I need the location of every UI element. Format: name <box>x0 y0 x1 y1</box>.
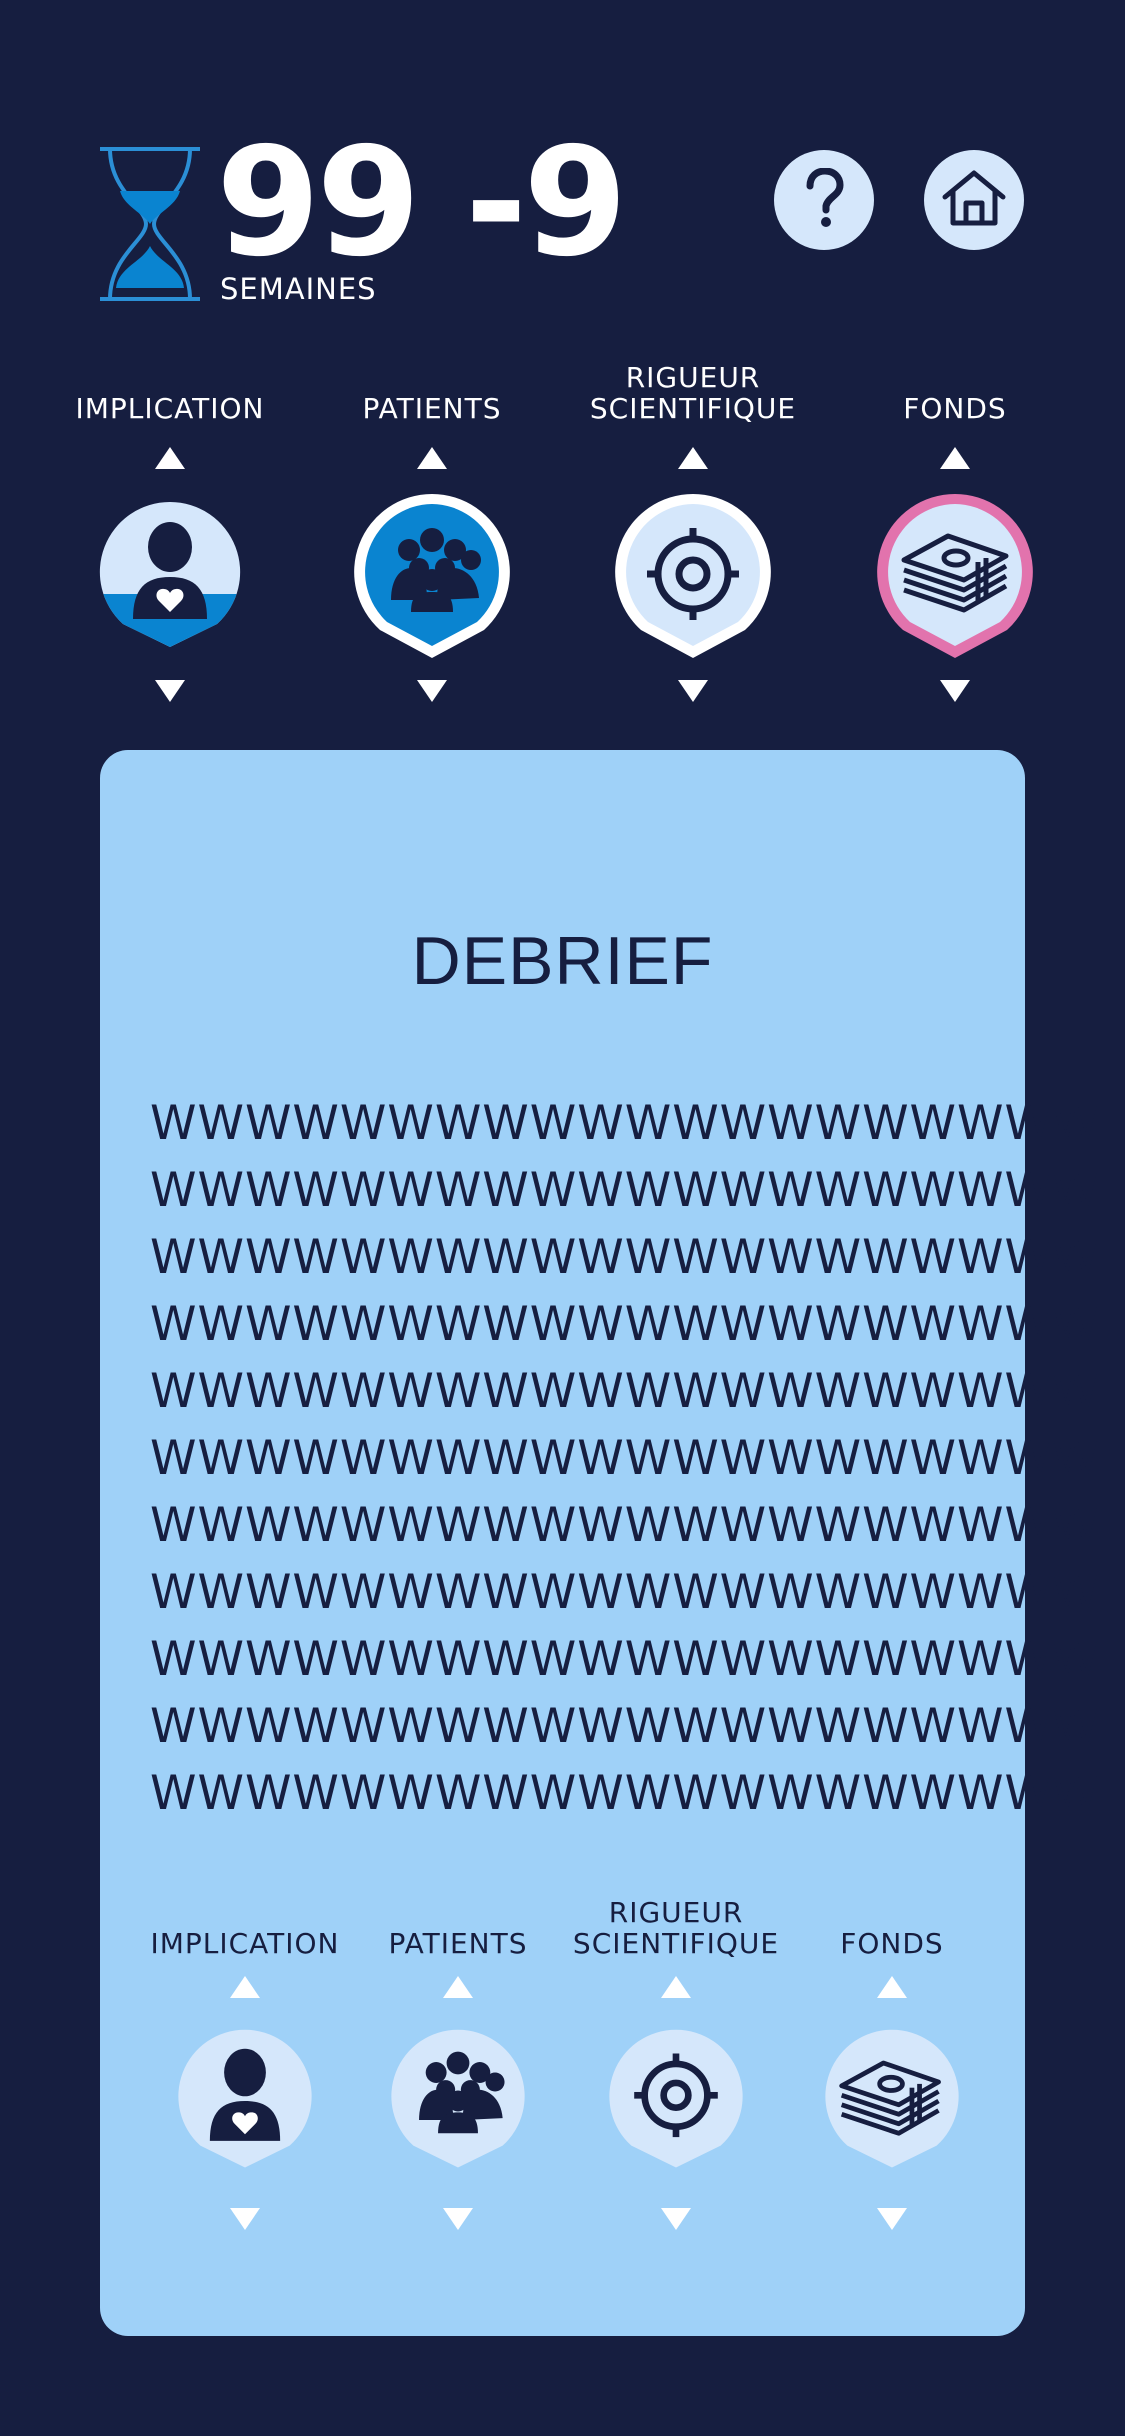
debrief-fonds-down[interactable] <box>877 2208 907 2230</box>
decrease-rigueur-button[interactable] <box>678 680 708 702</box>
debrief-implication-badge <box>173 2025 317 2181</box>
gauge-fonds-label: FONDS <box>903 392 1007 426</box>
gauge-rigueur-scientifique: RIGUEUR SCIENTIFIQUE <box>583 345 803 715</box>
debrief-gauge-fonds-label: FONDS <box>840 1927 944 1961</box>
debrief-gauge-implication-label: IMPLICATION <box>150 1927 340 1961</box>
debrief-line: WWWWWWWWWWWWWWWWWWWW <box>150 1498 1100 1553</box>
debrief-gauge-patients: PATIENTS <box>358 1880 558 2300</box>
debrief-patients-up[interactable] <box>443 1976 473 1998</box>
debrief-line: WWWWWWWWWWWWWWWWWWWW <box>150 1297 1100 1352</box>
debrief-line: WWWWWWWWWWWWWWWWWWWW <box>150 1766 1100 1821</box>
help-icon <box>804 167 844 232</box>
debrief-title: DEBRIEF <box>411 923 714 999</box>
gauge-patients-label: PATIENTS <box>362 392 502 426</box>
debrief-patients-down[interactable] <box>443 2208 473 2230</box>
debrief-line: WWWWWWWWWWWWWWWWWWWW <box>150 1565 1100 1620</box>
patients-badge <box>349 490 515 669</box>
debrief-line: WWWWWWWWWWWWWWWWWWWW <box>150 1699 1100 1754</box>
debrief-line: WWWWWWWWWWWWWWWWWWWW <box>150 1096 1100 1151</box>
hourglass-icon <box>98 146 202 302</box>
debrief-fonds-badge <box>820 2025 964 2181</box>
increase-fonds-button[interactable] <box>940 447 970 469</box>
debrief-text: WWWWWWWWWWWWWWWWWWWW WWWWWWWWWWWWWWWWWWW… <box>150 1090 1100 1827</box>
debrief-line: WWWWWWWWWWWWWWWWWWWW <box>150 1431 1100 1486</box>
fonds-badge <box>872 490 1038 669</box>
weeks-unit-label: SEMAINES <box>220 272 377 306</box>
debrief-line: WWWWWWWWWWWWWWWWWWWW <box>150 1230 1100 1285</box>
gauge-rigueur-label: RIGUEUR SCIENTIFIQUE <box>589 361 797 426</box>
help-button[interactable] <box>774 150 874 250</box>
debrief-gauge-fonds: FONDS <box>792 1880 992 2300</box>
decrease-patients-button[interactable] <box>417 680 447 702</box>
decrease-implication-button[interactable] <box>155 680 185 702</box>
debrief-gauge-rigueur: RIGUEUR SCIENTIFIQUE <box>572 1880 780 2300</box>
debrief-rigueur-badge <box>604 2025 748 2181</box>
weeks-counter: 99 -9 <box>216 116 628 290</box>
gauge-implication-label: IMPLICATION <box>75 392 265 426</box>
increase-rigueur-button[interactable] <box>678 447 708 469</box>
gauge-fonds: FONDS <box>845 345 1065 715</box>
debrief-rigueur-down[interactable] <box>661 2208 691 2230</box>
debrief-gauge-rigueur-label: RIGUEUR SCIENTIFIQUE <box>572 1896 780 1961</box>
debrief-rigueur-up[interactable] <box>661 1976 691 1998</box>
debrief-implication-up[interactable] <box>230 1976 260 1998</box>
rigueur-badge <box>610 490 776 669</box>
debrief-gauge-implication: IMPLICATION <box>145 1880 345 2300</box>
implication-badge <box>95 497 245 661</box>
increase-patients-button[interactable] <box>417 447 447 469</box>
debrief-implication-down[interactable] <box>230 2208 260 2230</box>
debrief-gauge-patients-label: PATIENTS <box>388 1927 528 1961</box>
home-icon <box>941 169 1007 231</box>
increase-implication-button[interactable] <box>155 447 185 469</box>
home-button[interactable] <box>924 150 1024 250</box>
debrief-line: WWWWWWWWWWWWWWWWWWWW <box>150 1632 1100 1687</box>
debrief-line: WWWWWWWWWWWWWWWWWWWW <box>150 1364 1100 1419</box>
debrief-patients-badge <box>386 2025 530 2181</box>
gauge-implication: IMPLICATION <box>60 345 280 715</box>
debrief-card: DEBRIEF WWWWWWWWWWWWWWWWWWWW WWWWWWWWWWW… <box>100 750 1100 2336</box>
debrief-line: WWWWWWWWWWWWWWWWWWWW <box>150 1163 1100 1218</box>
gauge-patients: PATIENTS <box>322 345 542 715</box>
debrief-fonds-up[interactable] <box>877 1976 907 1998</box>
decrease-fonds-button[interactable] <box>940 680 970 702</box>
